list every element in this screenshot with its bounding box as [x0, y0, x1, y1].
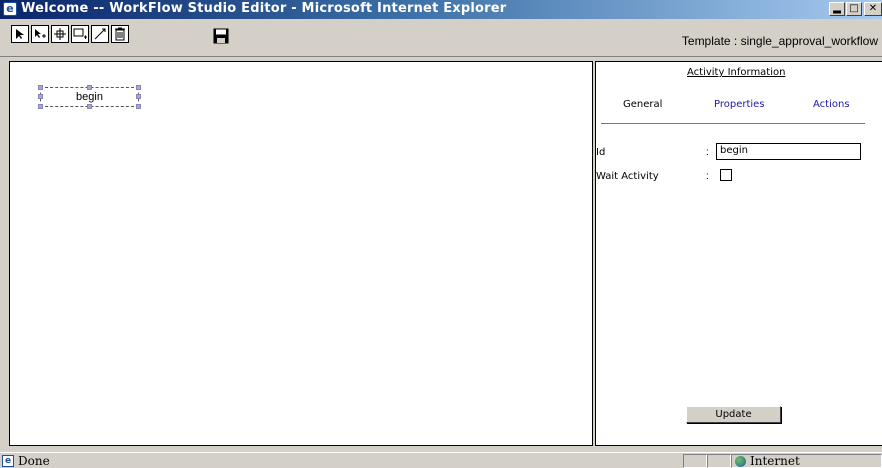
resize-handle[interactable]	[136, 85, 141, 90]
status-text: Done	[18, 454, 50, 468]
editor-toolbar: Template : single_approval_workflow	[0, 19, 882, 57]
activity-node-label: begin	[76, 91, 103, 103]
resize-handle[interactable]	[38, 104, 43, 109]
window-title: Welcome -- WorkFlow Studio Editor - Micr…	[21, 1, 507, 16]
maximize-button[interactable]: □	[846, 2, 862, 16]
security-zone: Internet	[731, 454, 882, 468]
add-node-icon[interactable]	[71, 25, 89, 43]
tool-group	[11, 25, 129, 45]
id-colon: :	[706, 147, 709, 158]
resize-handle[interactable]	[38, 85, 43, 90]
update-button[interactable]: Update	[686, 406, 781, 423]
ie-logo-icon: e	[3, 2, 17, 16]
workflow-canvas[interactable]: begin	[9, 61, 593, 446]
id-field[interactable]: begin	[716, 143, 861, 160]
status-area: e Done	[2, 454, 682, 468]
activity-node-begin[interactable]: begin	[38, 85, 141, 109]
resize-handle[interactable]	[136, 94, 141, 99]
status-bar: e Done Internet	[0, 452, 882, 468]
floppy-disk-icon[interactable]	[213, 28, 229, 44]
add-activity-arrow-icon[interactable]	[31, 25, 49, 43]
activity-info-panel: Activity Information General Properties …	[595, 61, 882, 446]
tab-actions[interactable]: Actions	[813, 99, 850, 110]
select-arrow-icon[interactable]	[11, 25, 29, 43]
wait-activity-colon: :	[706, 171, 709, 182]
resize-handle[interactable]	[136, 104, 141, 109]
globe-icon	[735, 455, 746, 467]
page-icon: e	[2, 455, 14, 467]
panel-title: Activity Information	[687, 67, 786, 78]
status-cell	[683, 454, 707, 468]
connect-icon[interactable]	[91, 25, 109, 43]
move-icon[interactable]	[51, 25, 69, 43]
id-label: Id	[596, 147, 606, 158]
tab-properties[interactable]: Properties	[714, 99, 765, 110]
window-title-bar: e Welcome -- WorkFlow Studio Editor - Mi…	[0, 0, 882, 19]
wait-activity-checkbox[interactable]	[720, 169, 732, 181]
minimize-button[interactable]: ▂	[829, 2, 845, 16]
delete-icon[interactable]	[111, 25, 129, 43]
tab-general[interactable]: General	[623, 99, 662, 110]
wait-activity-label: Wait Activity	[596, 171, 659, 182]
status-cell	[707, 454, 731, 468]
close-button[interactable]: ✕	[864, 2, 882, 16]
resize-handle[interactable]	[87, 85, 92, 90]
template-label: Template : single_approval_workflow	[681, 34, 878, 48]
tab-divider	[601, 123, 865, 124]
resize-handle[interactable]	[87, 104, 92, 109]
zone-text: Internet	[750, 454, 800, 468]
resize-handle[interactable]	[38, 94, 43, 99]
